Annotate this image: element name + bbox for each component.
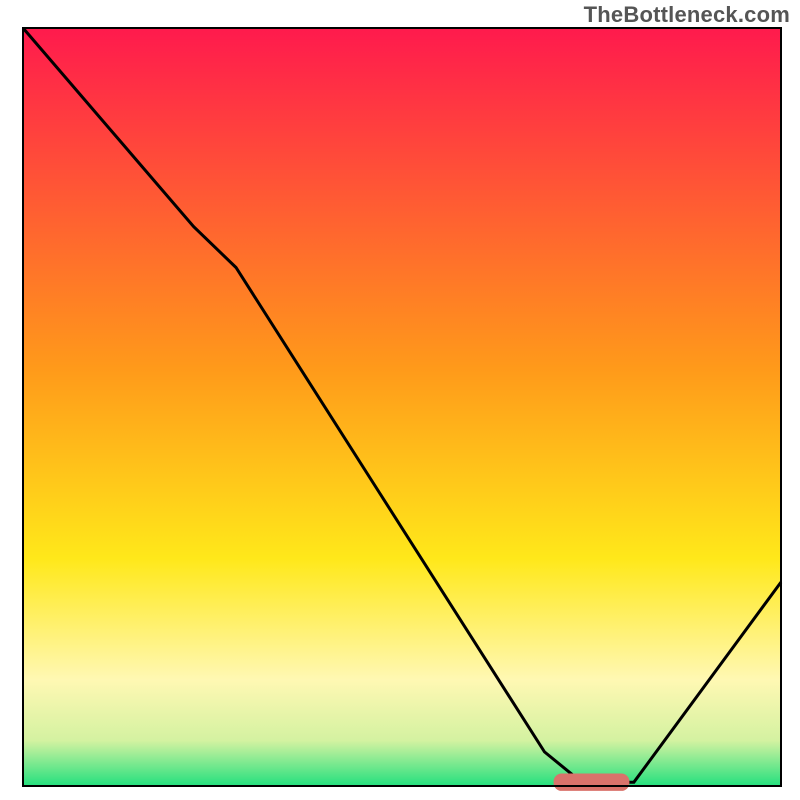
watermark-text: TheBottleneck.com — [584, 2, 790, 28]
chart-container: TheBottleneck.com — [0, 0, 800, 800]
plot-background — [23, 28, 781, 786]
optimal-range-marker — [554, 773, 630, 790]
bottleneck-chart — [0, 0, 800, 800]
